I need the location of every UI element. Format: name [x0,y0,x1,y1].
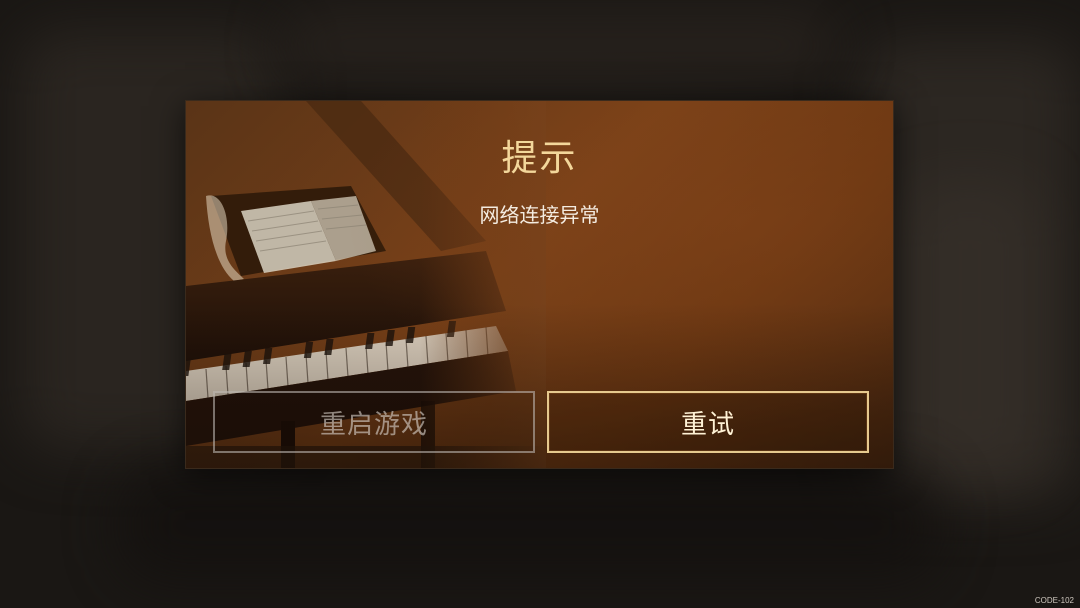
error-code-label: CODE-102 [1034,596,1074,605]
game-screen: 提示 网络连接异常 重启游戏 重试 CODE-102 [0,0,1080,608]
dialog-title: 提示 [501,138,578,179]
restart-game-button[interactable]: 重启游戏 [213,391,535,453]
background-blur-bottom [120,470,940,580]
alert-dialog: 提示 网络连接异常 重启游戏 重试 [185,100,894,469]
dialog-message: 网络连接异常 [479,203,600,227]
retry-button[interactable]: 重试 [547,391,869,453]
background-blur-right-highlight [900,180,1040,480]
background-blur-top [280,10,840,80]
retry-button-label: 重试 [680,409,735,440]
restart-game-button-label: 重启游戏 [319,409,428,440]
